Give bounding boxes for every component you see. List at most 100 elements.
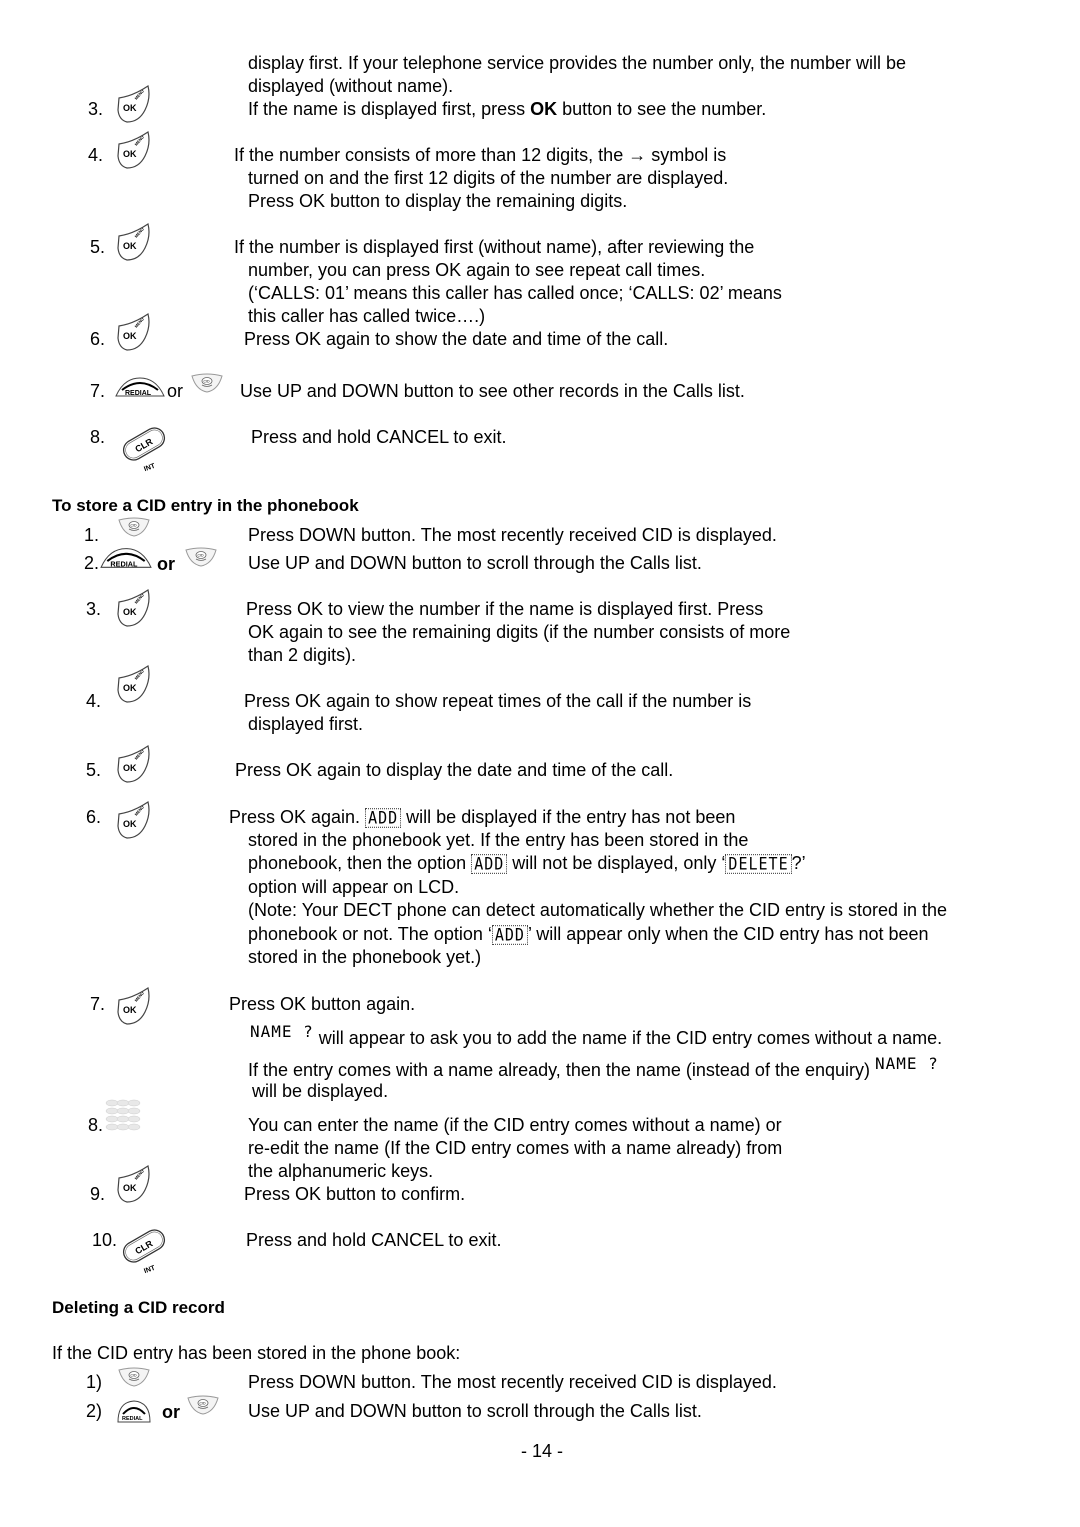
svg-text:REDIAL: REDIAL — [122, 1416, 143, 1422]
or-label: or — [162, 1402, 180, 1422]
svg-text:CID: CID — [198, 554, 205, 558]
svg-text:CID: CID — [200, 1402, 207, 1406]
svg-text:OK: OK — [123, 149, 137, 159]
clr-int-key-icon: CLR INT — [118, 1222, 170, 1279]
svg-text:CID: CID — [204, 380, 211, 384]
cid-down-key-icon: CID — [184, 546, 218, 573]
step-text: phonebook, then the option ADD will not … — [248, 853, 806, 874]
ok-menu-key-icon: OK MENU — [115, 222, 153, 267]
step-text: Use UP and DOWN button to scroll through… — [248, 1401, 702, 1421]
svg-text:OK: OK — [123, 683, 137, 693]
or-label: or — [167, 381, 184, 401]
svg-text:CID: CID — [131, 1374, 138, 1378]
lcd-name-indicator: NAME ? — [250, 1022, 314, 1041]
step-text: (‘CALLS: 01’ means this caller has calle… — [248, 283, 782, 303]
step-text: If the name is displayed first, press OK… — [248, 99, 767, 119]
svg-text:OK: OK — [123, 763, 137, 773]
cid-down-key-icon: CID — [117, 1366, 151, 1393]
step-text: this caller has called twice….) — [248, 306, 486, 326]
step-text: displayed first. — [248, 714, 364, 734]
ok-menu-key-icon: OK MENU — [115, 664, 153, 709]
step-number: 8. — [88, 1115, 104, 1135]
ok-menu-key-icon: OK MENU — [115, 800, 153, 845]
lcd-add-indicator: ADD — [365, 808, 402, 828]
svg-text:REDIAL: REDIAL — [110, 559, 138, 568]
svg-text:CID: CID — [131, 524, 138, 528]
step-number: 9. — [90, 1184, 106, 1204]
step-text: Press OK button again. — [229, 994, 416, 1014]
step-text: OK again to see the remaining digits (if… — [248, 622, 791, 642]
intro-line-1: display first. If your telephone service… — [248, 53, 906, 73]
step-number: 2) — [86, 1401, 103, 1421]
lcd-name-indicator: NAME ? — [875, 1054, 939, 1073]
step-text: Press DOWN button. The most recently rec… — [248, 525, 777, 545]
step-text: than 2 digits). — [248, 645, 357, 665]
step-text: Press OK again to show the date and time… — [244, 329, 669, 349]
ok-menu-key-icon: OK MENU — [115, 312, 153, 357]
intro-line-2: displayed (without name). — [248, 76, 454, 96]
step-text: will be displayed. — [252, 1081, 389, 1101]
step-text: Press DOWN button. The most recently rec… — [248, 1372, 777, 1392]
step-number: 7. — [90, 381, 106, 401]
or-label: or — [157, 554, 175, 574]
step-text: number, you can press OK again to see re… — [248, 260, 706, 280]
step-text: the alphanumeric keys. — [248, 1161, 434, 1181]
step-number: 5. — [90, 237, 106, 257]
cid-down-key-icon: CID — [117, 516, 151, 543]
step-text: Use UP and DOWN button to scroll through… — [248, 553, 702, 573]
step-text: Press OK to view the number if the name … — [246, 599, 764, 619]
section-heading-store: To store a CID entry in the phonebook — [52, 496, 359, 515]
step-text: Press and hold CANCEL to exit. — [251, 427, 507, 447]
note-text: stored in the phonebook yet.) — [248, 947, 482, 967]
ok-menu-key-icon: OK MENU — [115, 1164, 153, 1209]
svg-text:REDIAL: REDIAL — [125, 390, 152, 397]
svg-text:OK: OK — [123, 1183, 137, 1193]
svg-text:OK: OK — [123, 241, 137, 251]
svg-text:OK: OK — [123, 819, 137, 829]
section-heading-delete: Deleting a CID record — [52, 1298, 225, 1317]
ok-menu-key-icon: OK MENU — [115, 84, 153, 129]
note-text: phonebook or not. The option ‘ADD’ will … — [248, 924, 929, 945]
step-text: If the number is displayed first (withou… — [234, 237, 755, 257]
svg-text:OK: OK — [123, 1005, 137, 1015]
lcd-add-indicator: ADD — [471, 854, 508, 874]
step-text: If the number consists of more than 12 d… — [234, 145, 727, 165]
step-number: 4. — [88, 145, 104, 165]
step-text: NAME ? will appear to ask you to add the… — [250, 1022, 943, 1049]
step-number: 6. — [90, 329, 106, 349]
step-text: Press OK again to show repeat times of t… — [244, 691, 752, 711]
step-number: 3. — [86, 599, 102, 619]
cid-down-key-icon: CID — [190, 372, 224, 399]
step-text: If the entry comes with a name already, … — [248, 1054, 939, 1081]
step-text: Press OK again. ADD will be displayed if… — [229, 807, 736, 828]
step-text: turned on and the first 12 digits of the… — [248, 168, 729, 188]
step-text: Press OK button to confirm. — [244, 1184, 466, 1204]
clr-int-key-icon: CLR INT — [118, 420, 170, 477]
step-number: 7. — [90, 994, 106, 1014]
step-text: option will appear on LCD. — [248, 877, 460, 897]
ok-menu-key-icon: OK MENU — [115, 744, 153, 789]
step-number: 10. — [92, 1230, 118, 1250]
redial-key-icon: REDIAL — [116, 1398, 152, 1429]
page-number: - 14 - — [521, 1441, 564, 1461]
step-text: stored in the phonebook yet. If the entr… — [248, 830, 749, 850]
svg-text:OK: OK — [123, 103, 137, 113]
svg-text:INT: INT — [143, 1264, 157, 1274]
step-number: 6. — [86, 807, 102, 827]
redial-key-icon: REDIAL — [114, 376, 166, 405]
ok-menu-key-icon: OK MENU — [115, 986, 153, 1031]
step-number: 3. — [88, 99, 104, 119]
cid-down-key-icon: CID — [186, 1394, 220, 1421]
step-text: Press and hold CANCEL to exit. — [246, 1230, 502, 1250]
lcd-delete-indicator: DELETE — [725, 854, 792, 874]
svg-text:INT: INT — [143, 462, 157, 472]
step-text: You can enter the name (if the CID entry… — [248, 1115, 782, 1135]
ok-menu-key-icon: OK MENU — [115, 130, 153, 175]
step-number: 1) — [86, 1372, 103, 1392]
svg-text:OK: OK — [123, 331, 137, 341]
step-number: 2. — [84, 553, 100, 573]
ok-menu-key-icon: OK MENU — [115, 588, 153, 633]
alphanumeric-keypad-icon — [104, 1098, 142, 1137]
step-text: Use UP and DOWN button to see other reco… — [240, 381, 745, 401]
redial-key-icon: REDIAL — [99, 546, 153, 577]
